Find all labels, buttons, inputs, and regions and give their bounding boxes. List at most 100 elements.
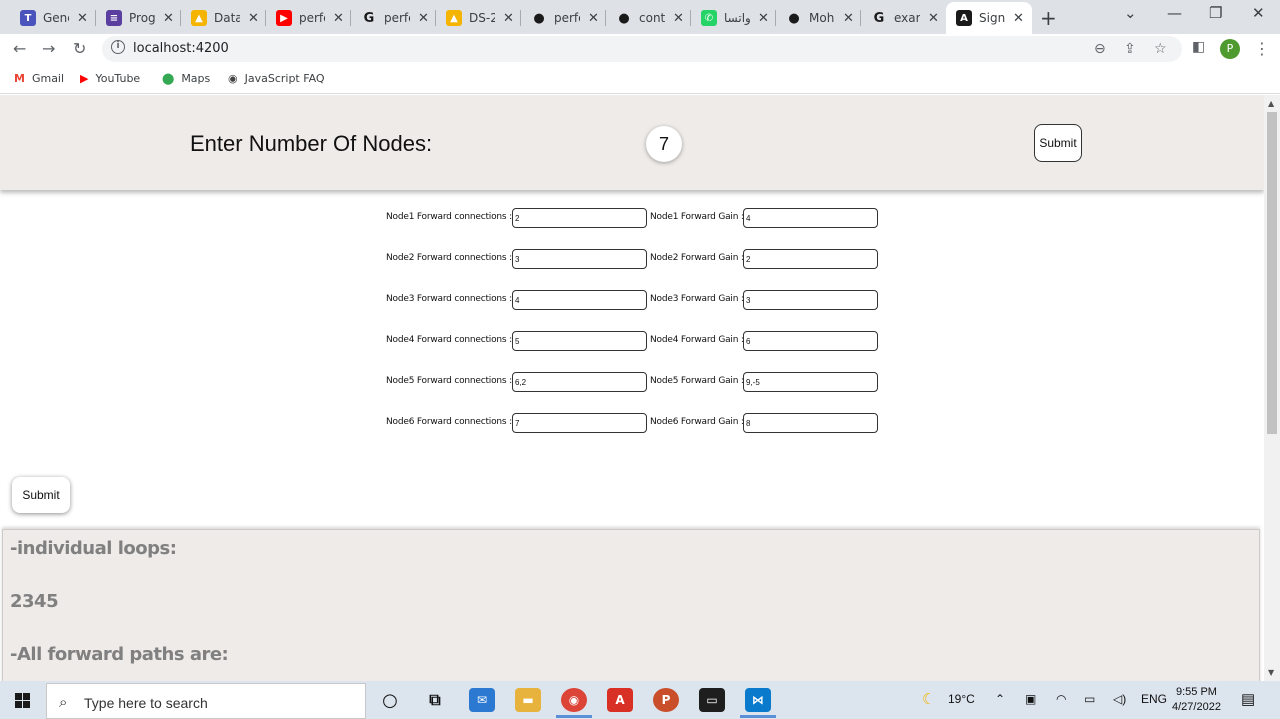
close-window-icon[interactable]: ✕ (1252, 4, 1265, 22)
meet-now-icon[interactable]: ▣ (1025, 692, 1036, 706)
forward-gain-input[interactable] (743, 331, 878, 351)
tab-favicon-icon: ▶ (276, 10, 292, 26)
forward-gain-input[interactable] (743, 290, 878, 310)
tab-close-icon[interactable]: ✕ (1013, 11, 1024, 26)
minimize-icon[interactable]: — (1167, 4, 1182, 22)
bookmark-star-icon[interactable]: ☆ (1154, 41, 1167, 57)
chrome-icon[interactable]: ◉ (561, 688, 587, 712)
notifications-icon[interactable]: ▤ (1241, 690, 1255, 708)
cortana-icon[interactable]: ○ (377, 688, 403, 712)
tab-close-icon[interactable]: ✕ (928, 11, 939, 26)
tab-close-icon[interactable]: ✕ (588, 11, 599, 26)
address-bar[interactable]: i localhost:4200 ⊖ ⇪ ☆ (102, 36, 1182, 62)
browser-tab[interactable]: Gperfect ✕ (351, 4, 436, 32)
forward-gain-label: Node2 Forward Gain : (650, 253, 744, 263)
file-explorer-icon[interactable]: ▬ (515, 688, 541, 712)
forward-connections-input[interactable] (512, 249, 647, 269)
tab-close-icon[interactable]: ✕ (758, 11, 769, 26)
tab-favicon-icon: ≡ (106, 10, 122, 26)
browser-tab[interactable]: ≡ Programs ✕ (96, 4, 181, 32)
browser-tab[interactable]: ● contr ✕ (606, 4, 691, 32)
browser-tab[interactable]: T General ✕ (10, 4, 96, 32)
battery-icon[interactable]: ▭ (1084, 692, 1095, 706)
forward-connections-input[interactable] (512, 331, 647, 351)
browser-tab[interactable]: ✆ واتسا ✕ (691, 4, 776, 32)
bookmark-item[interactable]: ⬤ Maps (162, 72, 210, 85)
bookmark-item[interactable]: ◉ JavaScript FAQ (228, 72, 325, 85)
forward-gain-input[interactable] (743, 372, 878, 392)
weather-moon-icon[interactable]: ☾ (922, 690, 935, 708)
scroll-up-icon[interactable]: ▲ (1268, 99, 1274, 108)
forward-connections-input[interactable] (512, 413, 647, 433)
tab-favicon-icon: ▲ (191, 10, 207, 26)
scrollbar-thumb[interactable] (1267, 112, 1277, 434)
volume-icon[interactable]: ◁) (1113, 692, 1126, 706)
tab-favicon-icon: T (20, 10, 36, 26)
tab-close-icon[interactable]: ✕ (503, 11, 514, 26)
tray-chevron-icon[interactable]: ⌃ (995, 692, 1005, 706)
windows-start-icon[interactable] (15, 693, 30, 708)
reload-icon[interactable]: ↻ (73, 39, 86, 58)
node-count-input[interactable] (646, 126, 682, 162)
tab-title: Data (214, 11, 240, 25)
scroll-down-icon[interactable]: ▼ (1268, 668, 1274, 677)
taskbar-search[interactable]: ⌕ Type here to search (46, 683, 366, 719)
zoom-icon[interactable]: ⊖ (1094, 41, 1106, 57)
forward-connections-input[interactable] (512, 372, 647, 392)
tab-title: perfect (554, 11, 580, 25)
powerpoint-icon[interactable]: P (653, 688, 679, 712)
restore-icon[interactable]: ❐ (1209, 4, 1222, 22)
terminal-icon[interactable]: ▭ (699, 688, 725, 712)
acrobat-icon[interactable]: A (607, 688, 633, 712)
profile-avatar[interactable]: P (1220, 39, 1240, 59)
tab-close-icon[interactable]: ✕ (673, 11, 684, 26)
tab-search-icon[interactable]: ⌄ (1124, 4, 1137, 22)
tab-close-icon[interactable]: ✕ (163, 11, 174, 26)
tab-title: exam (894, 11, 920, 25)
address-url[interactable]: localhost:4200 (133, 41, 229, 56)
weather-temp[interactable]: 19°C (948, 692, 975, 706)
task-view-icon[interactable]: ⧉ (422, 688, 448, 712)
tab-close-icon[interactable]: ✕ (418, 11, 429, 26)
forward-connections-input[interactable] (512, 208, 647, 228)
vscode-icon[interactable]: ⋈ (745, 688, 771, 712)
site-info-icon[interactable]: i (111, 40, 125, 54)
forward-gain-input[interactable] (743, 208, 878, 228)
side-panel-icon[interactable]: ◧ (1192, 39, 1205, 55)
browser-tab[interactable]: ● Moh ✕ (776, 4, 861, 32)
tab-close-icon[interactable]: ✕ (333, 11, 344, 26)
tab-favicon-icon: ● (788, 10, 800, 26)
bookmark-icon: ▶ (80, 72, 89, 85)
browser-tab[interactable]: ▲ Data ✕ (181, 4, 266, 32)
tab-close-icon[interactable]: ✕ (77, 11, 88, 26)
wifi-icon[interactable]: ◠ (1056, 692, 1066, 706)
bookmark-label: JavaScript FAQ (244, 72, 325, 85)
forward-gain-input[interactable] (743, 413, 878, 433)
taskbar-search-placeholder[interactable]: Type here to search (84, 695, 208, 711)
bookmark-item[interactable]: ▶ YouTube (80, 72, 140, 85)
forward-icon[interactable]: → (42, 39, 55, 58)
bookmark-label: YouTube (95, 72, 141, 85)
bookmark-item[interactable]: M Gmail (14, 72, 64, 85)
browser-tab[interactable]: Gexam ✕ (861, 4, 946, 32)
browser-tab[interactable]: ● perfect ✕ (521, 4, 606, 32)
submit-graph-button[interactable]: Submit (12, 477, 70, 513)
browser-tab[interactable]: ▶ perfect ✕ (266, 4, 351, 32)
forward-connections-input[interactable] (512, 290, 647, 310)
back-icon[interactable]: ← (13, 39, 26, 58)
tab-close-icon[interactable]: ✕ (248, 11, 259, 26)
nodes-header-panel: Enter Number Of Nodes: Submit (0, 95, 1264, 190)
mail-icon[interactable]: ✉ (469, 688, 495, 712)
share-icon[interactable]: ⇪ (1124, 41, 1136, 57)
clock[interactable]: 9:55 PM 4/27/2022 (1172, 685, 1221, 715)
new-tab-button[interactable]: + (1040, 6, 1057, 30)
browser-tab[interactable]: ▲ DS-2 ✕ (436, 4, 521, 32)
menu-kebab-icon[interactable]: ⋮ (1254, 39, 1270, 58)
chrome-active-indicator (556, 715, 592, 718)
tab-close-icon[interactable]: ✕ (843, 11, 854, 26)
browser-tab[interactable]: A Sign ✕ (946, 2, 1032, 34)
page-scrollbar[interactable]: ▲ ▼ (1264, 95, 1280, 681)
submit-node-count-button[interactable]: Submit (1034, 124, 1082, 162)
language-indicator[interactable]: ENG (1141, 692, 1167, 706)
forward-gain-input[interactable] (743, 249, 878, 269)
